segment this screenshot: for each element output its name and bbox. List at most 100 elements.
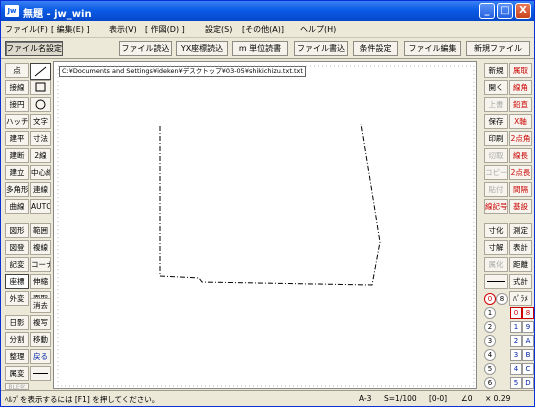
tool-building-section[interactable]: 建断 — [5, 148, 29, 163]
tool-auto[interactable]: AUTO — [30, 199, 51, 214]
line-color-selector[interactable] — [484, 274, 508, 289]
tool-range[interactable]: 範囲 — [30, 223, 51, 238]
tool-corner[interactable]: コーナー — [30, 257, 51, 272]
menu-view[interactable]: 表示(V) — [109, 24, 137, 35]
layer-9[interactable]: 9 — [522, 321, 534, 333]
tool-tangent-circle[interactable]: 接円 — [5, 97, 29, 112]
tool-shadow[interactable]: 日影 — [5, 315, 29, 330]
layer-C[interactable]: C — [522, 363, 534, 375]
tool-shape[interactable]: 図形 — [5, 223, 29, 238]
tool-two-point-angle[interactable]: 2点角 — [509, 131, 532, 146]
tool-polygon[interactable]: 多角形 — [5, 182, 29, 197]
tool-shape-register[interactable]: 図登 — [5, 240, 29, 255]
tool-new[interactable]: 新規 — [484, 63, 508, 78]
tool-two-point-length[interactable]: 2点長 — [509, 165, 532, 180]
tool-attribute-make[interactable]: 属化 — [484, 257, 508, 272]
layer-5[interactable]: 5 — [510, 377, 522, 389]
tool-copy[interactable]: 複写 — [30, 315, 51, 330]
maximize-button[interactable]: □ — [497, 3, 513, 19]
layer-group-6[interactable]: 6 — [484, 377, 496, 389]
tool-tangent[interactable]: 接線 — [5, 80, 29, 95]
tool-rectangle[interactable] — [30, 80, 51, 95]
status-angle[interactable]: ∠0 — [461, 394, 473, 403]
tool-x-axis[interactable]: X軸 — [509, 114, 532, 129]
tool-table-calc[interactable]: 表計 — [509, 240, 532, 255]
tool-building-elevation[interactable]: 建立 — [5, 165, 29, 180]
layer-group-5[interactable]: 5 — [484, 363, 496, 375]
tool-building-plan[interactable]: 建平 — [5, 131, 29, 146]
layer-8[interactable]: 8 — [522, 307, 534, 319]
drawing-canvas[interactable]: C:¥Documents and Settings¥ideken¥デスクトップ¥… — [53, 61, 477, 389]
layer-B[interactable]: B — [522, 349, 534, 361]
layer-group-8[interactable]: 8 — [496, 293, 508, 305]
tool-dimension-make[interactable]: 寸化 — [484, 223, 508, 238]
minimize-button[interactable]: _ — [479, 3, 495, 19]
tool-hatch[interactable]: ハッチ — [5, 114, 29, 129]
menu-file[interactable]: ファイル(F) — [5, 24, 48, 35]
tool-stretch[interactable]: 伸縮 — [30, 274, 51, 289]
new-file-button[interactable]: 新規ファイル — [466, 41, 530, 56]
tool-block-make[interactable]: BLE化 — [5, 383, 29, 390]
tool-line-angle[interactable]: 線角 — [509, 80, 532, 95]
layer-0[interactable]: 0 — [510, 307, 522, 319]
tool-attribute-change[interactable]: 属変 — [5, 366, 29, 381]
menu-settings[interactable]: 設定(S) — [205, 24, 232, 35]
tool-save[interactable]: 保存 — [484, 114, 508, 129]
tool-parametric[interactable]: ﾊﾟﾗﾒ — [509, 291, 532, 306]
file-settings-button[interactable]: ファイル名設定 — [5, 41, 63, 56]
file-read-button[interactable]: ファイル読込 — [119, 41, 172, 56]
tool-erase[interactable]: 消去 — [30, 298, 51, 313]
tool-line[interactable] — [30, 63, 51, 80]
tool-divide[interactable]: 分割 — [5, 332, 29, 347]
tool-parallel-line[interactable]: 複線 — [30, 240, 51, 255]
layer-4[interactable]: 4 — [510, 363, 522, 375]
tool-move[interactable]: 移動 — [30, 332, 51, 347]
tool-continuous-line[interactable]: 連線 — [30, 182, 51, 197]
tool-base-set[interactable]: 基設 — [509, 199, 532, 214]
tool-dimension[interactable]: 寸法 — [30, 131, 51, 146]
tool-cut[interactable]: 切取 — [484, 148, 508, 163]
tool-line-symbol[interactable]: 線記号 — [484, 199, 508, 214]
menu-other[interactable]: [その他(A)] — [242, 24, 284, 35]
yx-read-button[interactable]: YX座標読込 — [176, 41, 228, 56]
tool-line-length[interactable]: 線長 — [509, 148, 532, 163]
layer-1[interactable]: 1 — [510, 321, 522, 333]
tool-coordinates[interactable]: 座標 — [5, 274, 29, 289]
tool-measure[interactable]: 測定 — [509, 223, 532, 238]
tool-center-line[interactable]: 中心線 — [30, 165, 51, 180]
menu-draw[interactable]: [ 作図(D) ] — [145, 24, 185, 35]
file-edit-button[interactable]: ファイル編集 — [404, 41, 461, 56]
line-type-selector[interactable] — [30, 366, 51, 381]
layer-group-3[interactable]: 3 — [484, 335, 496, 347]
tool-text[interactable]: 文字 — [30, 114, 51, 129]
tool-interval[interactable]: 間隔 — [509, 182, 532, 197]
unit-read-button[interactable]: m 単位読書 — [232, 41, 288, 56]
layer-2[interactable]: 2 — [510, 335, 522, 347]
tool-double-line[interactable]: 2線 — [30, 148, 51, 163]
menu-edit[interactable]: [ 編集(E) ] — [51, 24, 90, 35]
tool-formula-calc[interactable]: 式計 — [509, 274, 532, 289]
tool-paste[interactable]: 貼付 — [484, 182, 508, 197]
tool-curve[interactable]: 曲線 — [5, 199, 29, 214]
tool-distance[interactable]: 距離 — [509, 257, 532, 272]
tool-vertical[interactable]: 鉛直 — [509, 97, 532, 112]
file-write-button[interactable]: ファイル書込 — [294, 41, 348, 56]
menu-help[interactable]: ヘルプ(H) — [300, 24, 336, 35]
layer-group-4[interactable]: 4 — [484, 349, 496, 361]
status-layer[interactable]: [0-0] — [429, 394, 447, 403]
tool-undo[interactable]: 戻る — [30, 349, 51, 364]
layer-3[interactable]: 3 — [510, 349, 522, 361]
tool-overwrite[interactable]: 上書 — [484, 97, 508, 112]
tool-print[interactable]: 印刷 — [484, 131, 508, 146]
layer-A[interactable]: A — [522, 335, 534, 347]
tool-point[interactable]: 点 — [5, 63, 29, 78]
tool-external-change[interactable]: 外変 — [5, 291, 29, 306]
status-zoom[interactable]: × 0.29 — [485, 394, 510, 403]
tool-copy-clipboard[interactable]: コピー — [484, 165, 508, 180]
layer-group-2[interactable]: 2 — [484, 321, 496, 333]
tool-symbol-change[interactable]: 記変 — [5, 257, 29, 272]
close-button[interactable]: X — [515, 3, 531, 19]
tool-dimension-release[interactable]: 寸解 — [484, 240, 508, 255]
title-bar[interactable]: Jw 無題 - jw_win _ □ X — [1, 1, 534, 21]
tool-circle[interactable] — [30, 97, 51, 112]
